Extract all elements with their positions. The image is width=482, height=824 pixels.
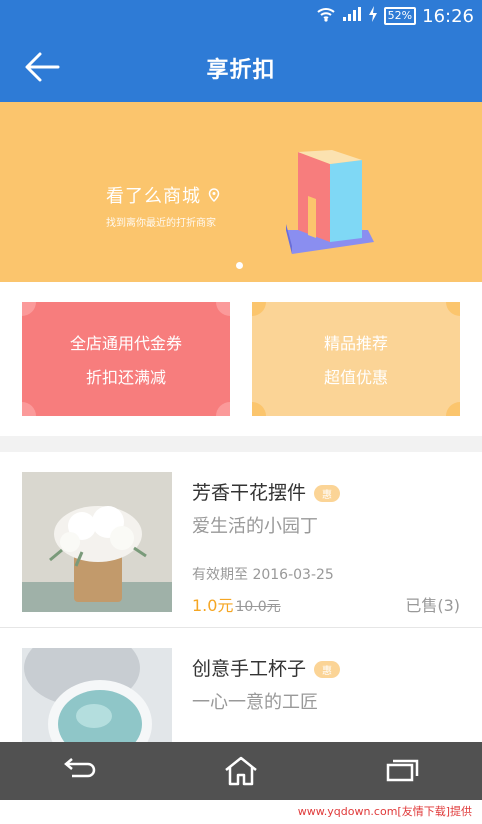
recommend-card[interactable]: 精品推荐 超值优惠 (252, 302, 460, 416)
voucher-card[interactable]: 全店通用代金券 折扣还满减 (22, 302, 230, 416)
list-item[interactable]: 芳香干花摆件惠 爱生活的小园丁 有效期至 2016-03-25 1.0元 10.0… (0, 452, 482, 628)
wifi-icon (316, 6, 336, 27)
item-validity: 有效期至 2016-03-25 (192, 567, 334, 583)
recent-apps-icon[interactable] (372, 751, 432, 791)
banner-subtitle: 找到离你最近的打折商家 (106, 218, 216, 229)
system-nav-bar (0, 742, 482, 800)
clock: 16:26 (422, 5, 474, 27)
item-slogan: 一心一意的工匠 (192, 692, 318, 713)
location-pin-icon (208, 186, 220, 207)
status-bar: 52% 16:26 (0, 0, 482, 32)
flower-product-image (22, 472, 172, 612)
recommend-card-line2: 超值优惠 (323, 368, 388, 387)
watermark-credit: www.yqdown.com[友情下载]提供 (0, 800, 482, 824)
battery-indicator: 52% (383, 7, 417, 25)
item-sold-count: 已售(3) (405, 596, 460, 615)
item-price: 1.0元 10.0元 (192, 596, 281, 615)
item-name: 创意手工杯子惠 (192, 654, 341, 681)
banner-title: 看了么商城 (106, 182, 220, 208)
item-original-price: 10.0元 (235, 599, 281, 615)
voucher-card-line1: 全店通用代金券 (69, 334, 182, 353)
discount-badge: 惠 (314, 661, 341, 678)
promo-banner[interactable]: 看了么商城 找到离你最近的打折商家 (0, 102, 482, 282)
page-title: 享折扣 (206, 58, 276, 83)
cup-product-image (22, 648, 172, 742)
home-icon[interactable] (211, 751, 271, 791)
voucher-card-line2: 折扣还满减 (85, 368, 166, 387)
charging-icon (368, 5, 378, 27)
list-item[interactable]: 创意手工杯子惠 一心一意的工匠 (0, 628, 482, 742)
item-slogan: 爱生活的小园丁 (192, 516, 318, 537)
carousel-indicator[interactable] (236, 262, 243, 269)
app-bar: 享折扣 (0, 32, 482, 102)
shop-building-illustration (282, 146, 382, 270)
item-name: 芳香干花摆件惠 (192, 478, 341, 505)
promo-cards: 全店通用代金券 折扣还满减 精品推荐 超值优惠 (0, 282, 482, 436)
recommend-card-line1: 精品推荐 (323, 334, 388, 353)
signal-icon (342, 6, 362, 27)
deal-list: 芳香干花摆件惠 爱生活的小园丁 有效期至 2016-03-25 1.0元 10.0… (0, 452, 482, 742)
back-icon[interactable] (50, 751, 110, 791)
discount-badge: 惠 (314, 485, 341, 502)
